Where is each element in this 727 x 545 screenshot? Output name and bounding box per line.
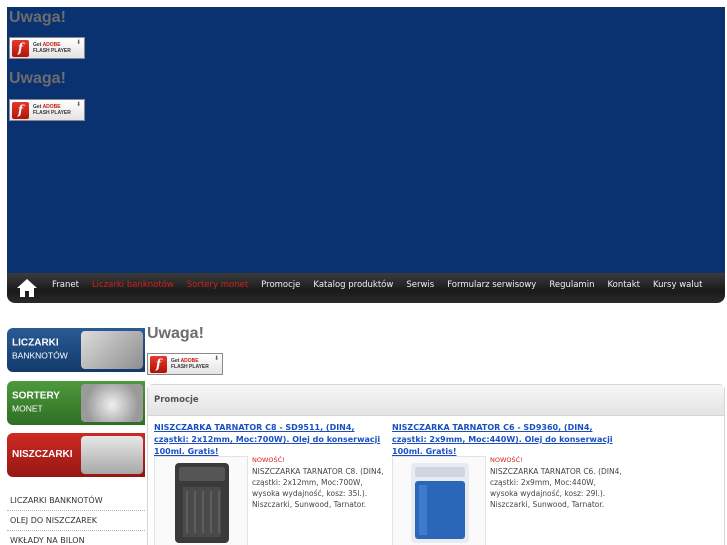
shredder-image <box>81 436 143 474</box>
shredder-c8-image <box>175 463 229 543</box>
sidebar-item-olej-do-niszczarek[interactable]: Olej do niszczarek <box>7 511 145 531</box>
banknote-counter-image <box>81 331 143 369</box>
promo-description: NISZCZARKA TARNATOR C8. (DIN4, cząstki: … <box>252 467 384 509</box>
download-arrow-icon: ⬇ <box>75 39 81 46</box>
sidebar-item-liczarki-banknotow[interactable]: Liczarki banknotów <box>7 491 145 511</box>
header-flash-area: Uwaga! f Get ADOBE FLASH PLAYER ⬇ Uwaga!… <box>7 7 725 273</box>
get-flash-player-button[interactable]: f Get ADOBE FLASH PLAYER ⬇ <box>9 37 85 59</box>
main-navigation: Franet Liczarki banknotów Sortery monet Pro… <box>7 273 725 303</box>
banner-niszczarki[interactable]: Niszczarki <box>7 433 145 477</box>
banner-sortery-monet[interactable]: Sortery monet <box>7 381 145 425</box>
nav-item-liczarki-banknotów[interactable]: Liczarki banknotów <box>92 280 174 290</box>
nav-items: Franet Liczarki banknotów Sortery monet Pro… <box>52 273 715 297</box>
promotions-heading: Promocje <box>148 385 724 416</box>
sidebar-menu: Liczarki banknotów Olej do niszczarek Wk… <box>7 491 145 545</box>
nav-item-regulamin[interactable]: Regulamin <box>549 280 594 290</box>
promotions-panel: Promocje NISZCZARKA TARNATOR C8 - SD9511… <box>147 384 725 545</box>
shredder-c6-image <box>411 463 469 543</box>
nav-item-franet[interactable]: Franet <box>52 280 79 290</box>
get-flash-player-button[interactable]: f Get ADOBE FLASH PLAYER ⬇ <box>9 99 85 121</box>
nav-item-promocje[interactable]: Promocje <box>261 280 300 290</box>
nav-item-formularz-serwisowy[interactable]: Formularz serwisowy <box>447 280 536 290</box>
flash-logo-icon: f <box>150 355 167 373</box>
new-badge: NOWOŚĆ! <box>490 456 523 464</box>
nav-item-sortery-monet[interactable]: Sortery monet <box>187 280 248 290</box>
flash-warning-title: Uwaga! <box>9 70 66 87</box>
promo-title-link[interactable]: NISZCZARKA TARNATOR C8 - SD9511, (DIN4, … <box>154 422 389 458</box>
flash-logo-icon: f <box>12 101 29 119</box>
nav-item-katalog-produktów[interactable]: Katalog produktów <box>313 280 393 290</box>
sidebar-item-wklady-na-bilon[interactable]: Wkłady na bilon <box>7 531 145 545</box>
nav-item-kontakt[interactable]: Kontakt <box>607 280 640 290</box>
banner-liczarki-banknotow[interactable]: Liczarki banknotów <box>7 328 145 372</box>
flash-warning-title: Uwaga! <box>147 325 204 342</box>
coin-sorter-image <box>81 384 143 422</box>
promo-title-link[interactable]: NISZCZARKA TARNATOR C6 - SD9360, (DIN4, … <box>392 422 627 458</box>
promo-description: NISZCZARKA TARNATOR C6. (DIN4, cząstki: … <box>490 467 622 509</box>
nav-item-serwis[interactable]: Serwis <box>406 280 434 290</box>
promo-item: NISZCZARKA TARNATOR C8 - SD9511, (DIN4, … <box>154 422 389 545</box>
promo-item: NISZCZARKA TARNATOR C6 - SD9360, (DIN4, … <box>392 422 627 545</box>
download-arrow-icon: ⬇ <box>75 101 81 108</box>
product-image[interactable] <box>392 456 486 545</box>
product-image[interactable] <box>154 456 248 545</box>
flash-logo-icon: f <box>12 39 29 57</box>
home-icon[interactable] <box>16 277 38 299</box>
get-flash-player-button[interactable]: f Get ADOBE FLASH PLAYER ⬇ <box>147 353 223 375</box>
nav-item-kursy-walut[interactable]: Kursy walut <box>653 280 702 290</box>
page: Uwaga! f Get ADOBE FLASH PLAYER ⬇ Uwaga!… <box>0 0 727 545</box>
flash-warning-title: Uwaga! <box>9 9 66 26</box>
download-arrow-icon: ⬇ <box>213 355 219 362</box>
new-badge: NOWOŚĆ! <box>252 456 285 464</box>
